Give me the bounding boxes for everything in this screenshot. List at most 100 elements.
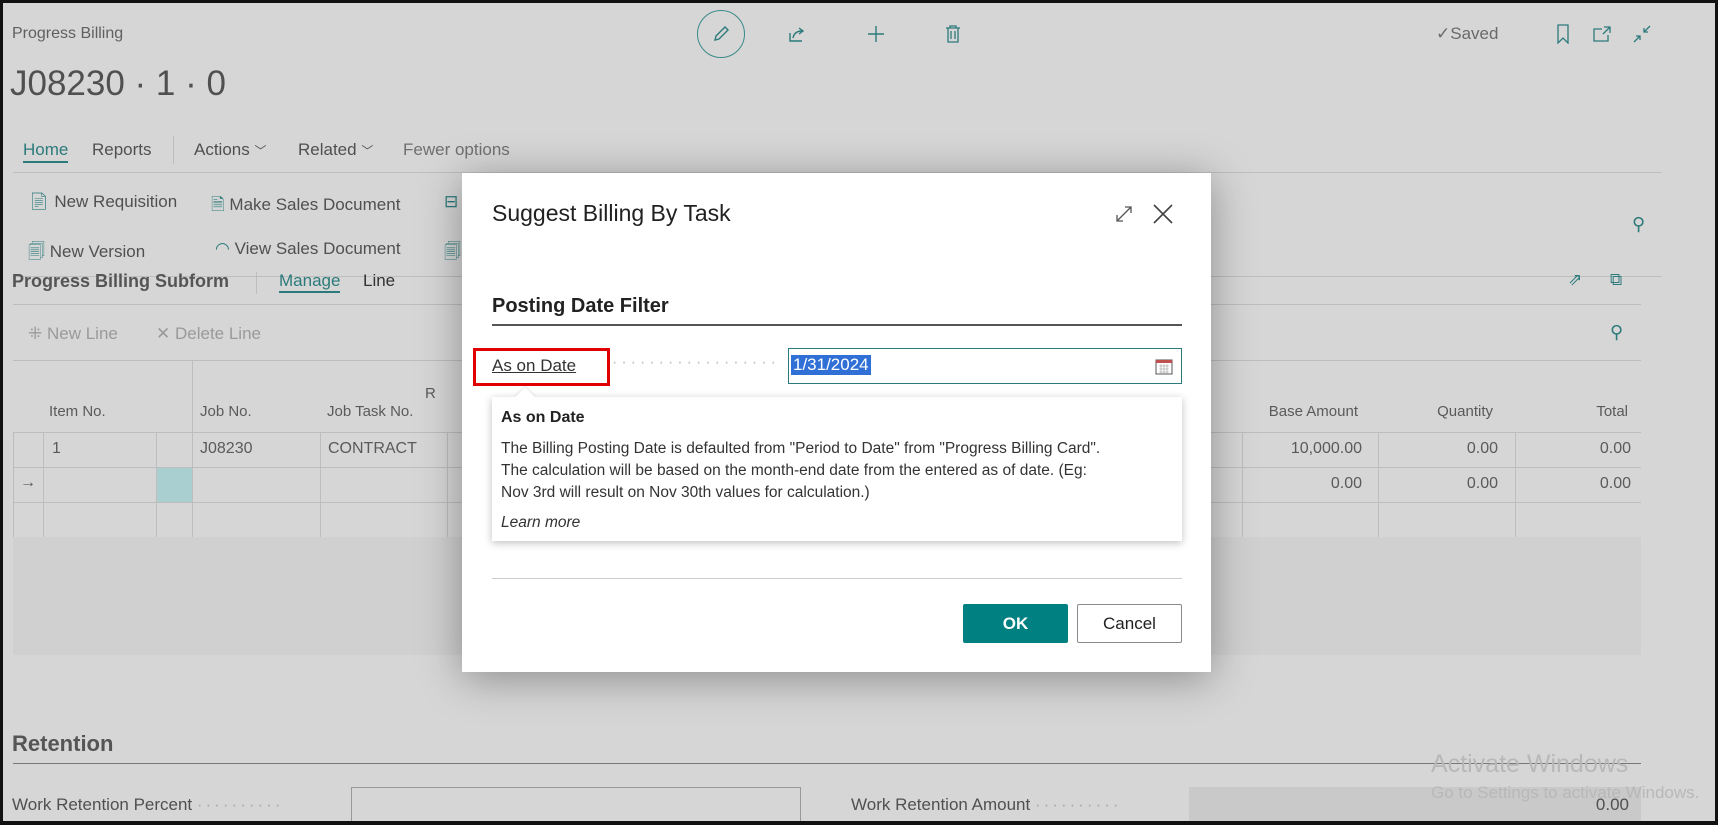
subform-title: Progress Billing Subform [12,271,230,291]
trash-icon [946,25,960,43]
as-on-date-input[interactable]: 1/31/2024 [788,348,1182,384]
delete-line-button[interactable]: ✕ Delete Line [156,324,261,344]
column-header-base-amount[interactable]: Base Amount [1200,403,1358,420]
open-new-window-button[interactable] [1590,22,1614,46]
share-icon[interactable]: ⇗ [1568,270,1582,290]
delete-line-icon: ✕ [156,324,171,343]
new-version-icon: 🗐︎ [28,242,45,261]
expand-icon[interactable]: ⧉ [1610,270,1622,290]
tooltip-title: As on Date [501,409,585,426]
bookmark-icon [1557,24,1569,44]
new-button[interactable] [864,22,888,46]
view-sales-document-label: View Sales Document [234,239,401,258]
close-icon [1153,204,1173,224]
column-header-partial[interactable]: R [425,385,436,402]
learn-more-link[interactable]: Learn more [501,514,580,532]
new-version-button[interactable]: 🗐︎ New Version [28,239,145,268]
calendar-icon[interactable] [1155,357,1173,375]
collapse-icon [1633,25,1651,43]
column-header-quantity[interactable]: Quantity [1380,403,1493,420]
new-line-button[interactable]: ⁜ New Line [28,324,118,344]
tab-actions[interactable]: Actions ﹀ [194,140,267,160]
work-retention-percent-input[interactable] [351,787,801,823]
tab-reports[interactable]: Reports [92,140,152,160]
activate-windows-watermark: Activate Windows [1431,750,1629,778]
new-line-icon: ⁜ [28,324,43,343]
tooltip-pointer [515,387,535,407]
partial-action-icon[interactable]: ⊟ [444,192,458,212]
chevron-down-icon: ﹀ [254,144,267,158]
cancel-button[interactable]: Cancel [1077,604,1182,643]
view-icon: ◠ [215,239,230,258]
check-icon: ✓ [1436,24,1451,43]
tab-related-label: Related [298,140,357,159]
section-divider [492,324,1182,326]
cell-base-amount[interactable]: 0.00 [1250,475,1362,493]
unpin-icon[interactable]: ⚲ [1632,214,1645,235]
cell-job-no[interactable]: J08230 [200,440,253,458]
new-document-icon: 📄︎ [28,192,50,211]
cell-item-no[interactable]: 1 [52,440,61,458]
cell-quantity[interactable]: 0.00 [1385,440,1498,458]
as-on-date-label[interactable]: As on Date [492,356,576,376]
tab-home[interactable]: Home [23,140,69,163]
divider [256,272,257,294]
pencil-icon [714,26,729,41]
dialog-title: Suggest Billing By Task [492,200,731,226]
make-sales-document-button[interactable]: 🗎︎ Make Sales Document [211,192,400,221]
share-button[interactable] [785,22,809,46]
work-retention-amount-label: Work Retention Amount ·········· [851,795,1122,814]
suggest-billing-dialog: Suggest Billing By Task Posting Date Fil… [462,173,1211,672]
new-line-label: New Line [46,324,118,343]
expand-icon [1116,206,1132,222]
cell-quantity[interactable]: 0.00 [1385,475,1498,493]
section-title: Posting Date Filter [492,295,669,317]
tab-actions-label: Actions [194,140,250,159]
tab-manage[interactable]: Manage [279,271,341,293]
new-requisition-label: New Requisition [54,192,178,211]
selected-cell[interactable] [157,468,192,502]
new-version-label: New Version [49,242,146,261]
retention-title: Retention [12,731,114,756]
ok-button[interactable]: OK [963,604,1068,643]
column-header-total[interactable]: Total [1520,403,1628,420]
delete-line-label: Delete Line [174,324,261,343]
share-icon [789,27,805,42]
as-on-date-value: 1/31/2024 [791,355,871,375]
view-sales-document-button[interactable]: ◠ View Sales Document [215,239,401,259]
column-header-job-no[interactable]: Job No. [200,403,252,420]
new-requisition-button[interactable]: 📄︎ New Requisition [28,192,177,212]
activate-windows-subtext: Go to Settings to activate Windows. [1431,783,1700,802]
expand-dialog-button[interactable] [1111,201,1137,227]
tooltip-text-line: The Billing Posting Date is defaulted fr… [501,440,1101,457]
cell-total[interactable]: 0.00 [1520,475,1631,493]
tab-related[interactable]: Related ﹀ [298,140,373,160]
tooltip-text-line: The calculation will be based on the mon… [501,462,1087,479]
work-retention-percent-label: Work Retention Percent ·········· [12,795,284,814]
column-header-job-task-no[interactable]: Job Task No. [327,403,413,420]
unpin-icon[interactable]: ⚲ [1610,322,1623,343]
cell-job-task-no[interactable]: CONTRACT [328,440,417,458]
cell-total[interactable]: 0.00 [1520,440,1631,458]
footer-divider [492,578,1182,579]
bookmark-button[interactable] [1552,22,1574,46]
collapse-button[interactable] [1630,22,1654,46]
divider [13,763,1641,764]
make-document-icon: 🗎︎ [211,195,225,214]
partial-action-icon[interactable]: 🗐︎ [444,239,461,268]
tab-fewer-options[interactable]: Fewer options [403,140,510,160]
cell-base-amount[interactable]: 10,000.00 [1250,440,1362,458]
edit-button[interactable] [697,10,745,58]
column-header-item-no[interactable]: Item No. [49,403,106,420]
breadcrumb: Progress Billing [12,25,124,42]
saved-label: Saved [1450,24,1499,43]
saved-status: ✓Saved [1436,24,1498,44]
tooltip-text-line: Nov 3rd will result on Nov 30th values f… [501,484,870,501]
tab-line[interactable]: Line [363,271,395,291]
close-dialog-button[interactable] [1148,199,1178,229]
field-leader-dots: ·················· [612,354,780,371]
page-title: J08230 · 1 · 0 [10,64,226,103]
field-tooltip: As on Date The Billing Posting Date is d… [492,387,1182,541]
plus-icon [868,26,884,42]
delete-button[interactable] [941,22,965,46]
